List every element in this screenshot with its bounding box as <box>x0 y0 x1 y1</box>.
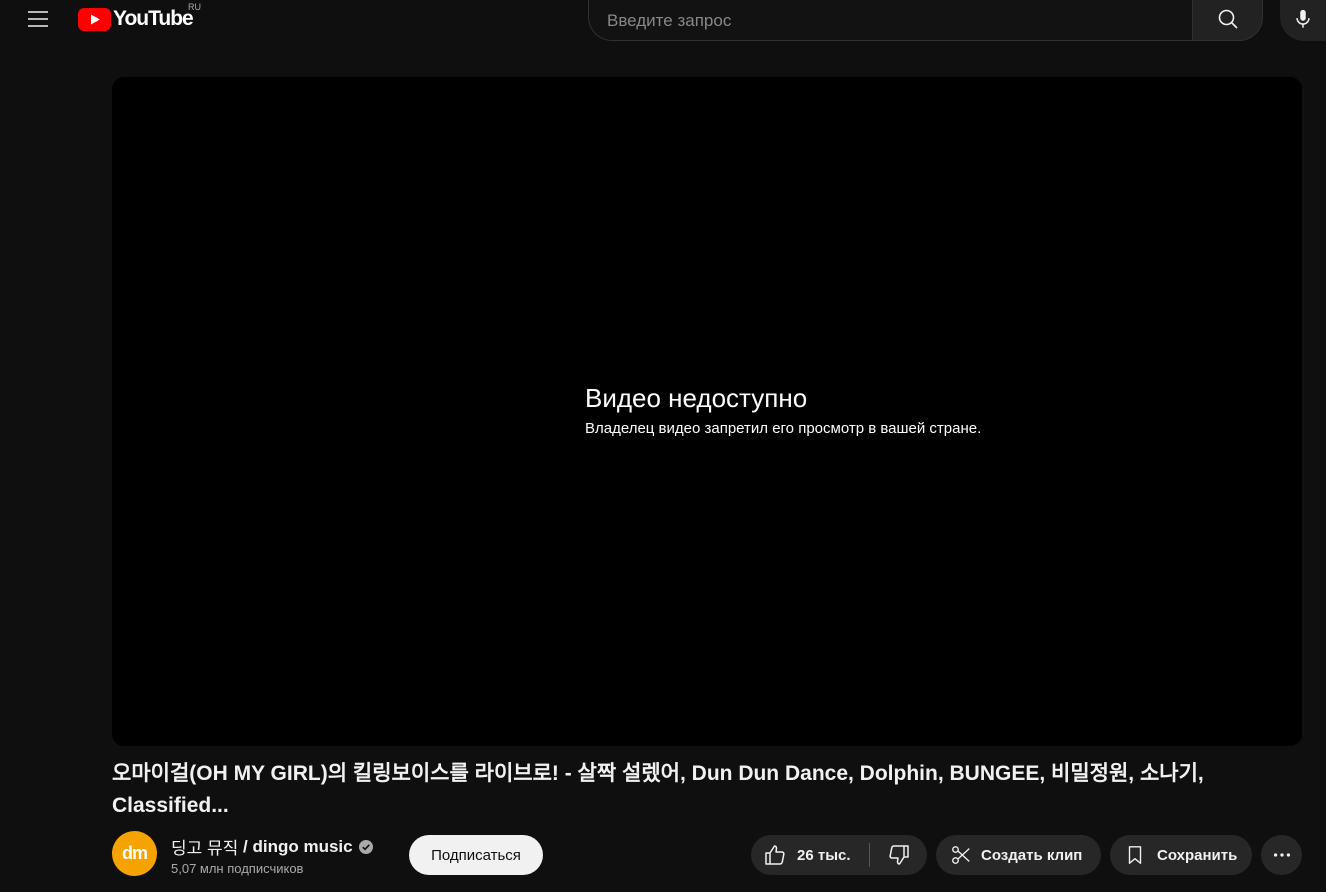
hamburger-icon <box>28 11 48 27</box>
top-bar: YouTube RU <box>0 0 1326 41</box>
subscribe-button[interactable]: Подписаться <box>409 835 543 875</box>
channel-name-korean: 딩고 뮤직 <box>171 839 239 858</box>
bookmark-icon <box>1128 846 1142 864</box>
youtube-logo[interactable]: YouTube RU <box>78 2 201 32</box>
save-label: Сохранить <box>1157 846 1238 864</box>
thumbs-up-icon <box>765 845 785 865</box>
channel-name[interactable]: 딩고 뮤직 / dingo music <box>171 834 373 859</box>
like-button[interactable]: 26 тыс. <box>751 835 869 875</box>
verified-badge <box>358 839 373 854</box>
more-actions-button[interactable] <box>1261 835 1302 875</box>
video-player[interactable]: Видео недоступно Владелец видео запретил… <box>112 77 1302 746</box>
youtube-play-icon <box>78 7 111 31</box>
search-box <box>588 0 1263 41</box>
player-error-message: Владелец видео запретил его просмотр в в… <box>585 420 982 437</box>
search-button[interactable] <box>1192 0 1263 41</box>
search-icon <box>1218 9 1238 29</box>
thumbs-down-icon <box>888 845 909 865</box>
microphone-icon <box>1296 9 1310 28</box>
player-error-title: Видео недоступно <box>585 383 808 413</box>
like-dislike-group: 26 тыс. <box>751 835 927 875</box>
more-horizontal-icon <box>1273 853 1290 857</box>
dislike-button[interactable] <box>870 835 927 875</box>
channel-name-latin: dingo music <box>252 836 353 856</box>
create-clip-label: Создать клип <box>981 846 1083 864</box>
avatar-text: dm <box>122 843 148 863</box>
search-input[interactable] <box>588 0 1192 41</box>
voice-search-button[interactable] <box>1280 0 1326 41</box>
create-clip-button[interactable]: Создать клип <box>936 835 1101 875</box>
country-code: RU <box>188 2 201 12</box>
scissors-icon <box>952 846 970 864</box>
verified-check-icon <box>358 839 373 854</box>
menu-button[interactable] <box>18 0 58 38</box>
channel-avatar[interactable]: dm <box>112 831 157 876</box>
save-button[interactable]: Сохранить <box>1110 835 1252 875</box>
channel-name-separator: / <box>238 836 253 856</box>
subscriber-count: 5,07 млн подписчиков <box>171 861 304 876</box>
video-title: 오마이걸(OH MY GIRL)의 킬링보이스를 라이브로! - 살짝 설렜어,… <box>112 762 1204 817</box>
like-count: 26 тыс. <box>797 846 851 864</box>
logo-text: YouTube <box>113 7 194 30</box>
